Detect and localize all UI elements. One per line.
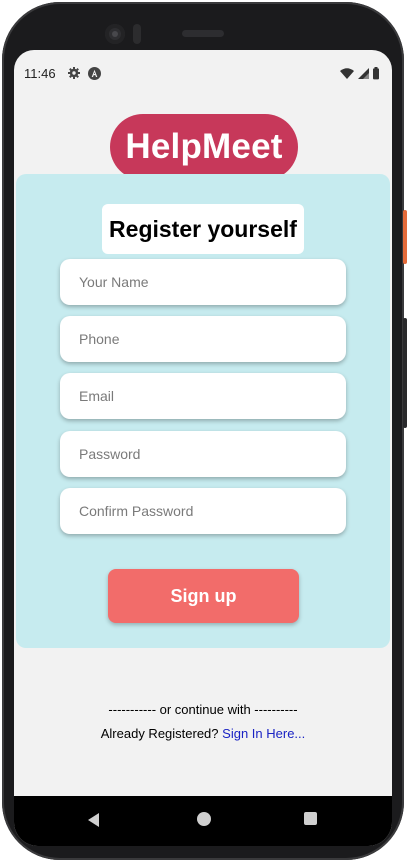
front-camera-icon: [105, 24, 125, 44]
signin-link[interactable]: Sign In Here...: [222, 726, 305, 741]
earpiece-speaker: [182, 30, 224, 37]
signin-row: Already Registered? Sign In Here...: [14, 726, 392, 741]
already-registered-label: Already Registered?: [100, 726, 219, 741]
battery-icon: [373, 67, 379, 80]
password-input[interactable]: [60, 431, 346, 477]
settings-gear-icon: [68, 67, 80, 79]
register-card: Register yourself Sign up: [16, 174, 390, 648]
accessibility-a-icon: [88, 67, 101, 80]
confirm-password-input[interactable]: [60, 488, 346, 534]
form-title: Register yourself: [102, 204, 304, 254]
name-input[interactable]: [60, 259, 346, 305]
app-screen: 11:46 HelpMeet Register yourself Your Na…: [14, 50, 392, 846]
status-indicators: [340, 67, 379, 80]
cell-signal-icon: [358, 68, 369, 79]
sensor-icon: [133, 24, 141, 44]
signup-button[interactable]: Sign up: [108, 569, 299, 623]
recents-icon[interactable]: [304, 812, 317, 825]
volume-button: [403, 318, 407, 428]
status-bar: 11:46: [14, 50, 392, 96]
status-time: 11:46: [24, 66, 56, 81]
app-logo: HelpMeet: [110, 114, 298, 180]
power-button: [403, 210, 407, 264]
home-icon[interactable]: [197, 812, 211, 826]
continue-divider: ----------- or continue with ----------: [108, 702, 298, 717]
phone-input[interactable]: [60, 316, 346, 362]
system-nav-bar: [14, 796, 392, 846]
email-input[interactable]: [60, 373, 346, 419]
wifi-icon: [340, 68, 354, 79]
phone-frame: 11:46 HelpMeet Register yourself Your Na…: [0, 0, 408, 864]
back-icon[interactable]: [86, 812, 102, 828]
